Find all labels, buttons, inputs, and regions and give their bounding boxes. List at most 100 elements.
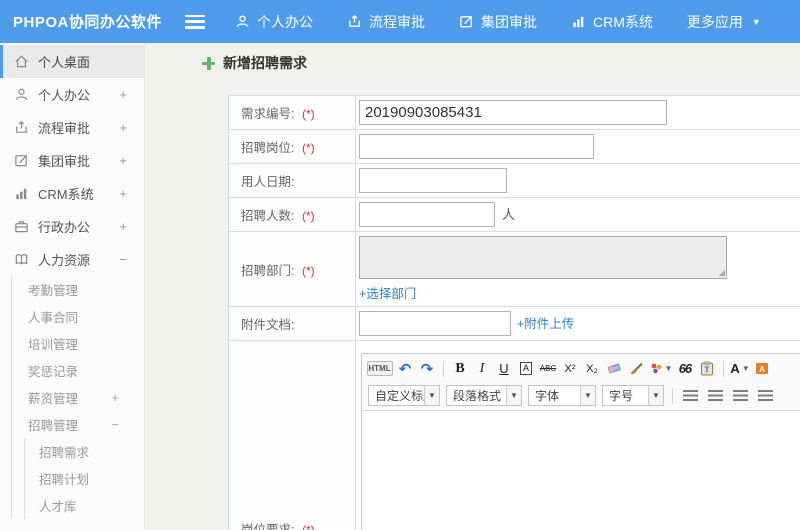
form-row-requirements: 岗位要求: (*) HTML ↶ ↷ B I U A ABC X² X₂ ▼ 6…	[228, 340, 800, 530]
expand-icon[interactable]: +	[119, 186, 127, 201]
html-source-button[interactable]: HTML	[366, 361, 393, 376]
headcount-input[interactable]	[359, 202, 495, 227]
align-justify-icon[interactable]	[758, 390, 773, 401]
custom-title-dropdown[interactable]: 自定义标题 ▼	[368, 385, 440, 406]
background-color-icon[interactable]: A	[753, 359, 772, 379]
toolbar-separator	[672, 387, 673, 404]
sidebar-item-label: 个人办公	[38, 88, 91, 103]
redo-button[interactable]: ↷	[418, 359, 437, 379]
caret-down-icon: ▼	[664, 364, 673, 373]
align-right-icon[interactable]	[733, 390, 748, 401]
home-icon	[15, 55, 28, 68]
sidebar-item-hr[interactable]: 人力资源 −	[0, 243, 144, 276]
nav-label: 更多应用	[686, 13, 743, 30]
attachment-input[interactable]	[359, 311, 511, 336]
field-label: 需求编号:	[241, 107, 295, 121]
align-center-icon[interactable]	[708, 390, 723, 401]
expand-icon[interactable]: +	[119, 153, 127, 168]
user-icon	[15, 88, 28, 100]
nav-more-apps[interactable]: 更多应用 ▼	[687, 12, 761, 32]
sidebar-item-recruit-plan[interactable]: 招聘计划	[25, 465, 144, 492]
font-color-button[interactable]: A ▼	[730, 359, 749, 379]
sidebar-item-salary[interactable]: 薪资管理 +	[12, 384, 144, 411]
sidebar-item-personal-desktop[interactable]: 个人桌面	[0, 45, 144, 78]
autoformat-button[interactable]: A	[517, 359, 536, 379]
flow-icon	[16, 121, 27, 133]
headcount-unit: 人	[502, 207, 516, 222]
sidebar-item-training[interactable]: 培训管理	[12, 330, 144, 357]
sidebar-item-attendance[interactable]: 考勤管理	[12, 276, 144, 303]
sidebar-item-workflow-approval[interactable]: 流程审批 +	[0, 111, 144, 144]
page-title-text: 新增招聘需求	[223, 55, 307, 71]
rich-text-editor: HTML ↶ ↷ B I U A ABC X² X₂ ▼ 66 T A ▼ A …	[361, 353, 800, 530]
nav-crm-system[interactable]: CRM系统	[571, 12, 653, 32]
select-department-link[interactable]: +选择部门	[359, 283, 416, 302]
form-row-position: 招聘岗位: (*)	[228, 129, 800, 164]
menu-toggle-icon[interactable]	[185, 14, 205, 29]
sidebar-item-crm-system[interactable]: CRM系统 +	[0, 177, 144, 210]
sidebar-item-hr-contract[interactable]: 人事合同	[12, 303, 144, 330]
expand-icon[interactable]: +	[119, 120, 127, 135]
field-label: 招聘岗位:	[241, 141, 295, 155]
caret-down-icon: ▼	[751, 16, 761, 27]
app-logo: PHPOA协同办公软件	[13, 14, 162, 31]
department-textarea[interactable]	[359, 236, 727, 279]
hire-date-input[interactable]	[359, 168, 507, 193]
font-size-dropdown[interactable]: 字号 ▼	[602, 385, 664, 406]
align-left-icon[interactable]	[683, 390, 698, 401]
form-row-hire-date: 用人日期:	[228, 163, 800, 198]
sidebar-item-label: 流程审批	[38, 121, 91, 136]
italic-button[interactable]: I	[473, 359, 492, 379]
expand-icon[interactable]: +	[111, 390, 119, 405]
blockquote-button[interactable]: 66	[675, 359, 694, 379]
field-label: 招聘人数:	[241, 209, 295, 223]
caret-down-icon: ▼	[506, 386, 521, 405]
position-input[interactable]	[359, 134, 594, 159]
form-row-attachment: 附件文档: +附件上传	[228, 306, 800, 341]
sidebar-item-recruit-request[interactable]: 招聘需求	[25, 438, 144, 465]
edit-icon	[460, 15, 473, 28]
flow-icon	[349, 14, 360, 27]
editor-content-area[interactable]	[362, 411, 800, 530]
collapse-icon[interactable]: −	[111, 417, 119, 432]
nav-workflow-approval[interactable]: 流程审批	[347, 12, 425, 32]
sidebar-item-label: 个人桌面	[38, 55, 91, 70]
paste-icon[interactable]: T	[697, 359, 716, 379]
collapse-icon[interactable]: −	[119, 252, 127, 267]
nav-label: 流程审批	[369, 13, 425, 30]
sidebar-item-label: 培训管理	[28, 338, 79, 352]
bold-button[interactable]: B	[451, 359, 470, 379]
format-brush-icon[interactable]	[627, 359, 646, 379]
sidebar-item-label: 人事合同	[28, 311, 79, 325]
subscript-button[interactable]: X₂	[583, 359, 602, 379]
required-mark: (*)	[301, 141, 315, 155]
sidebar-item-group-approval[interactable]: 集团审批 +	[0, 144, 144, 177]
expand-icon[interactable]: +	[119, 219, 127, 234]
form-row-headcount: 招聘人数: (*) 人	[228, 197, 800, 232]
sidebar-item-admin-office[interactable]: 行政办公 +	[0, 210, 144, 243]
nav-group-approval[interactable]: 集团审批	[459, 12, 537, 32]
sidebar-item-personal-office[interactable]: 个人办公 +	[0, 78, 144, 111]
book-icon	[15, 254, 28, 265]
required-mark: (*)	[301, 107, 315, 121]
sidebar-item-talent-pool[interactable]: 人才库	[25, 492, 144, 519]
request-no-input[interactable]	[359, 100, 667, 125]
sidebar-item-recruit-mgmt[interactable]: 招聘管理 −	[12, 411, 144, 438]
top-bar: PHPOA协同办公软件 个人办公 流程审批 集团审批 CRM系统 更多应用 ▼	[0, 0, 800, 43]
nav-personal-office[interactable]: 个人办公	[235, 12, 313, 32]
chart-icon	[573, 16, 584, 28]
sidebar-item-rewards[interactable]: 奖惩记录	[12, 357, 144, 384]
superscript-button[interactable]: X²	[561, 359, 580, 379]
undo-button[interactable]: ↶	[396, 359, 415, 379]
attachment-upload-link[interactable]: +附件上传	[517, 317, 574, 331]
eraser-icon[interactable]	[605, 359, 624, 379]
svg-text:A: A	[759, 365, 765, 374]
sidebar-item-label: 集团审批	[38, 154, 91, 169]
paragraph-format-dropdown[interactable]: 段落格式 ▼	[446, 385, 522, 406]
sidebar-item-label: 招聘计划	[39, 473, 90, 487]
underline-button[interactable]: U	[495, 359, 514, 379]
strikethrough-button[interactable]: ABC	[539, 359, 558, 379]
expand-icon[interactable]: +	[119, 87, 127, 102]
color-palette-icon[interactable]: ▼	[649, 359, 673, 379]
font-family-dropdown[interactable]: 字体 ▼	[528, 385, 596, 406]
